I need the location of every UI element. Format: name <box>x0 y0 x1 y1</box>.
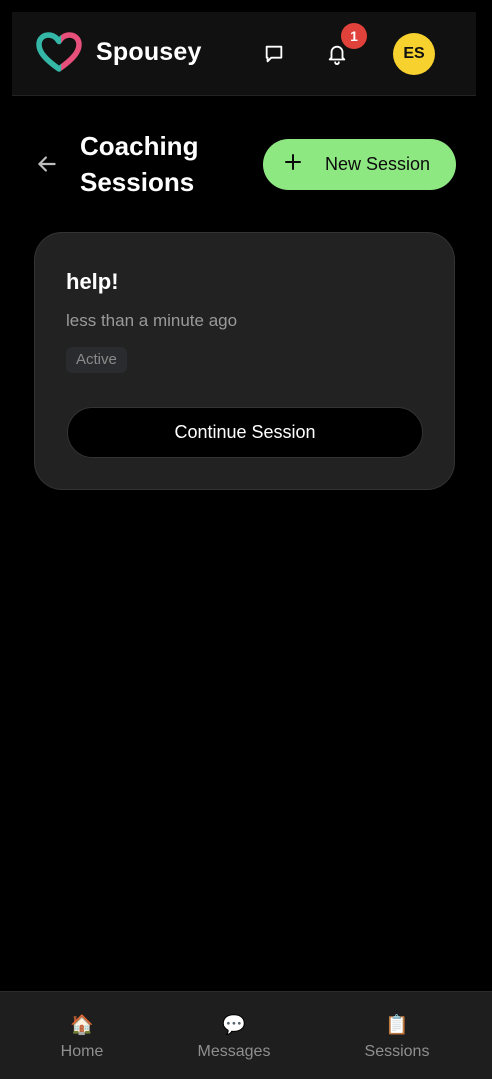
chat-icon[interactable] <box>260 40 288 68</box>
nav-item-sessions[interactable]: 📋 Sessions <box>354 992 440 1079</box>
new-session-label: New Session <box>325 154 431 174</box>
continue-session-button[interactable]: Continue Session <box>67 407 423 458</box>
top-header: Spousey 1 ES <box>12 12 476 96</box>
page-title: Coaching Sessions <box>80 131 199 197</box>
speech-bubble-icon: 💬 <box>222 1015 246 1036</box>
plus-icon <box>284 153 302 171</box>
nav-label-home: Home <box>60 1043 104 1060</box>
nav-item-home[interactable]: 🏠 Home <box>40 992 124 1079</box>
bottom-nav: 🏠 Home 💬 Messages 📋 Sessions <box>0 991 492 1079</box>
status-badge: Active <box>66 347 127 373</box>
notification-badge: 1 <box>341 23 367 49</box>
session-title: help! <box>66 269 119 294</box>
new-session-button[interactable]: New Session <box>263 139 456 190</box>
home-icon: 🏠 <box>70 1015 94 1036</box>
brand-name: Spousey <box>96 38 202 66</box>
avatar[interactable]: ES <box>393 33 435 75</box>
nav-label-sessions: Sessions <box>364 1043 430 1060</box>
app-screen: Spousey 1 ES Coaching Sessions New Sessi… <box>0 0 492 1079</box>
heart-logo-icon <box>36 32 82 74</box>
back-arrow-icon[interactable] <box>34 151 60 177</box>
session-timestamp: less than a minute ago <box>66 311 238 330</box>
nav-label-messages: Messages <box>197 1043 271 1060</box>
session-card: help! less than a minute ago Active Cont… <box>34 232 455 490</box>
clipboard-icon: 📋 <box>385 1015 409 1036</box>
nav-item-messages[interactable]: 💬 Messages <box>184 992 284 1079</box>
